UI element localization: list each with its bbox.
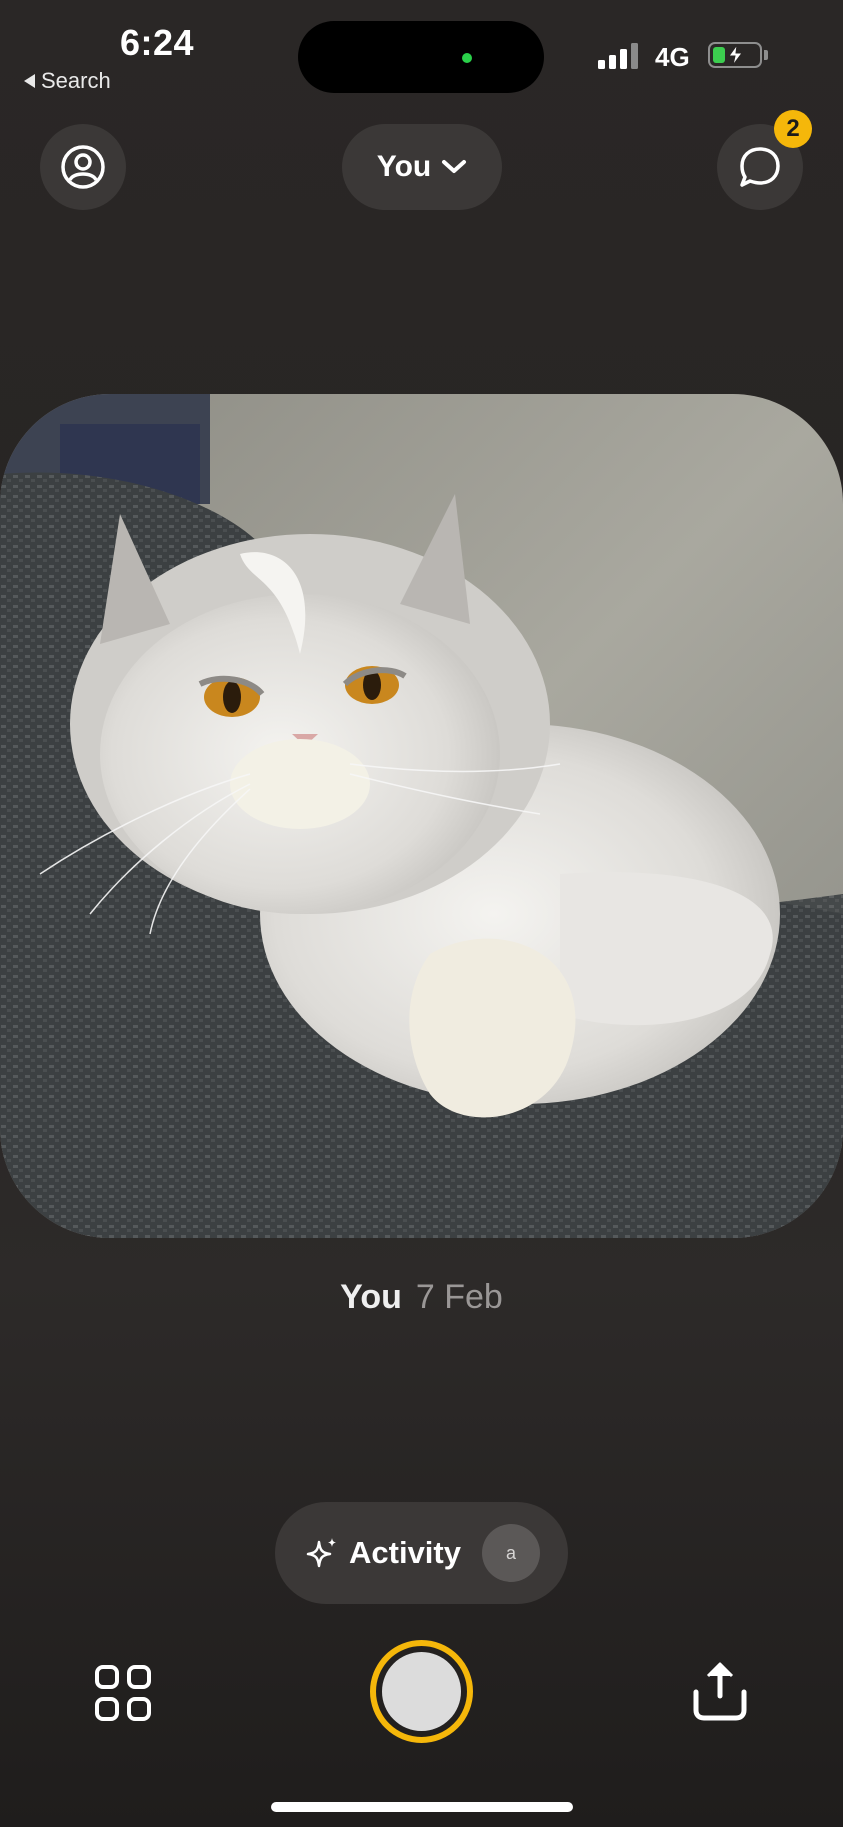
home-indicator[interactable]: [271, 1802, 573, 1812]
back-to-search-link[interactable]: Search: [24, 68, 111, 94]
grid-icon: [95, 1665, 151, 1721]
share-icon: [693, 1662, 747, 1721]
profile-button[interactable]: [40, 124, 126, 210]
post-author: You: [340, 1278, 402, 1316]
battery-nub: [764, 50, 768, 60]
viewer-avatar: a: [482, 1524, 540, 1582]
capture-button[interactable]: [370, 1640, 473, 1743]
network-type: 4G: [655, 42, 690, 72]
camera-indicator-icon: [462, 53, 472, 63]
person-circle-icon: [61, 145, 105, 189]
chevron-down-icon: [442, 160, 467, 173]
activity-label: Activity: [349, 1535, 461, 1570]
share-button[interactable]: [690, 1660, 750, 1722]
post-photo[interactable]: [0, 394, 843, 1238]
back-arrow-icon: [24, 74, 35, 88]
capture-button-inner: [382, 1652, 461, 1731]
post-caption: You 7 Feb: [0, 1278, 843, 1317]
cellular-signal-icon: [598, 43, 638, 69]
audience-label: You: [376, 150, 432, 183]
status-time: 6:24: [120, 22, 195, 63]
audience-selector[interactable]: You: [342, 124, 502, 210]
activity-button[interactable]: Activity a: [275, 1502, 568, 1604]
dynamic-island: [298, 21, 544, 93]
sparkles-icon: [306, 1538, 336, 1568]
chat-bubble-icon: [740, 147, 780, 187]
post-date: 7 Feb: [415, 1278, 503, 1316]
grid-button[interactable]: [94, 1664, 152, 1722]
cat-photo-illustration: [0, 394, 843, 1238]
battery-icon: [708, 42, 762, 68]
back-label: Search: [41, 68, 111, 93]
chat-unread-badge: 2: [774, 110, 812, 148]
